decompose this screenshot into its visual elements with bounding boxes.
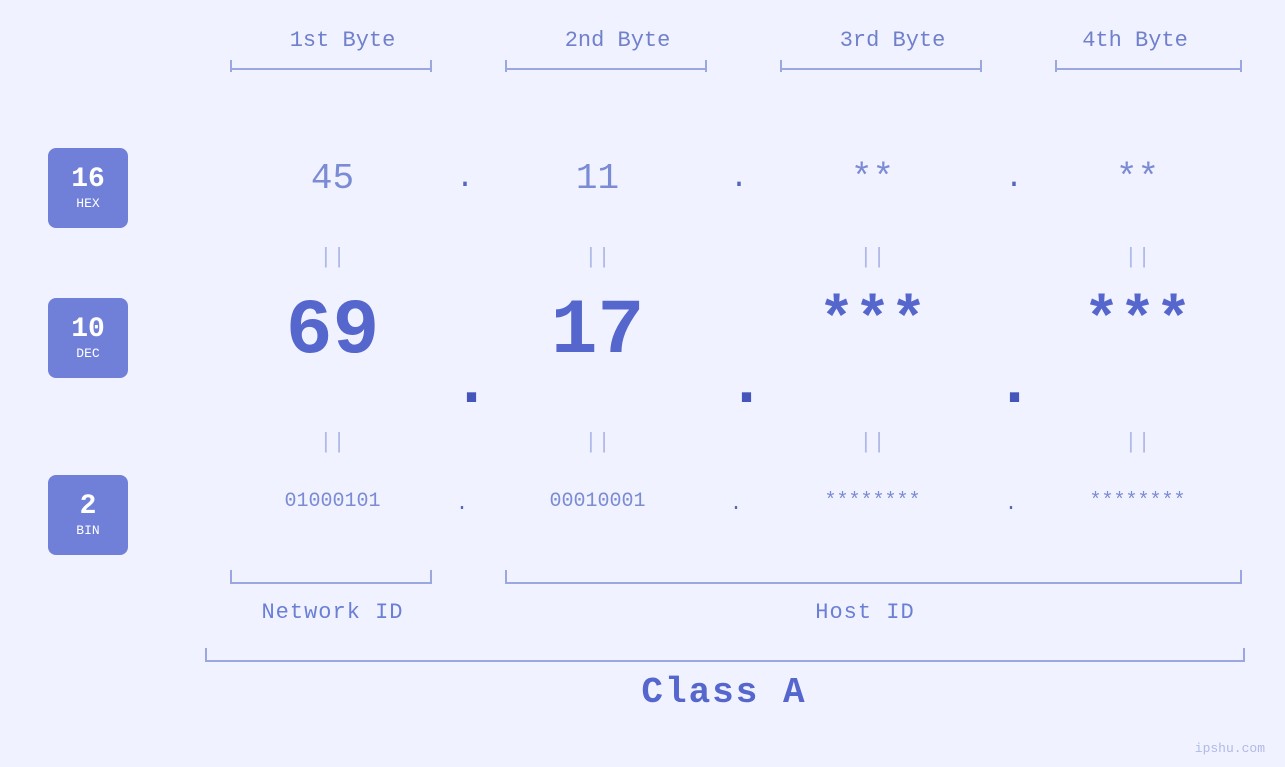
network-bracket-top (230, 582, 430, 584)
class-bracket-right (1243, 648, 1245, 662)
dec-b2: 17 (480, 288, 715, 376)
bracket-right-2 (705, 60, 707, 72)
byte-label-3: 3rd Byte (755, 28, 1030, 53)
class-bracket-left (205, 648, 207, 662)
eq-hex-dec-1: || (205, 245, 460, 270)
watermark: ipshu.com (1195, 739, 1265, 757)
hex-badge: 16 HEX (48, 148, 128, 228)
host-bracket-right (1240, 570, 1242, 584)
dec-badge: 10 DEC (48, 298, 128, 378)
bracket-left-4 (1055, 60, 1057, 72)
byte-label-1: 1st Byte (205, 28, 480, 53)
bracket-top-2 (505, 68, 705, 70)
host-bracket-left (505, 570, 507, 584)
hex-b3: ** (755, 158, 990, 199)
eq-hex-dec-4: || (1030, 245, 1245, 270)
bracket-left-2 (505, 60, 507, 72)
eq-dec-bin-1: || (205, 430, 460, 455)
network-bracket-right (430, 570, 432, 584)
dec-b1: 69 (205, 288, 460, 376)
bracket-right-4 (1240, 60, 1242, 72)
bracket-left-1 (230, 60, 232, 72)
byte-label-4: 4th Byte (1030, 28, 1240, 53)
bracket-top-3 (780, 68, 980, 70)
eq-hex-dec-2: || (480, 245, 715, 270)
hex-b4: ** (1030, 158, 1245, 199)
bracket-right-1 (430, 60, 432, 72)
dec-dot-3: . (995, 348, 1034, 422)
bin-b1: 01000101 (205, 490, 460, 513)
bracket-right-3 (980, 60, 982, 72)
host-bracket-top (505, 582, 1240, 584)
bin-b2: 00010001 (480, 490, 715, 513)
hex-b2: 11 (480, 158, 715, 199)
network-id-label: Network ID (205, 600, 460, 625)
bracket-top-4 (1055, 68, 1240, 70)
bin-dot-3: . (1005, 493, 1017, 516)
dec-b3: *** (755, 288, 990, 356)
bin-b4: ******** (1030, 490, 1245, 513)
hex-dot-1: . (456, 162, 474, 196)
bin-b3: ******** (755, 490, 990, 513)
host-id-label: Host ID (480, 600, 1250, 625)
eq-dec-bin-2: || (480, 430, 715, 455)
hex-dot-2: . (730, 162, 748, 196)
network-bracket-left (230, 570, 232, 584)
dec-b4: *** (1030, 288, 1245, 356)
bracket-left-3 (780, 60, 782, 72)
bin-dot-1: . (456, 493, 468, 516)
main-layout: 1st Byte 2nd Byte 3rd Byte 4th Byte 16 H… (0, 0, 1285, 767)
bin-dot-2: . (730, 493, 742, 516)
eq-dec-bin-4: || (1030, 430, 1245, 455)
class-bracket-top (205, 660, 1243, 662)
eq-hex-dec-3: || (755, 245, 990, 270)
bracket-top-1 (230, 68, 430, 70)
hex-dot-3: . (1005, 162, 1023, 196)
class-label: Class A (205, 672, 1243, 713)
hex-b1: 45 (205, 158, 460, 199)
dec-dot-2: . (727, 348, 766, 422)
byte-label-2: 2nd Byte (480, 28, 755, 53)
bin-badge: 2 BIN (48, 475, 128, 555)
eq-dec-bin-3: || (755, 430, 990, 455)
